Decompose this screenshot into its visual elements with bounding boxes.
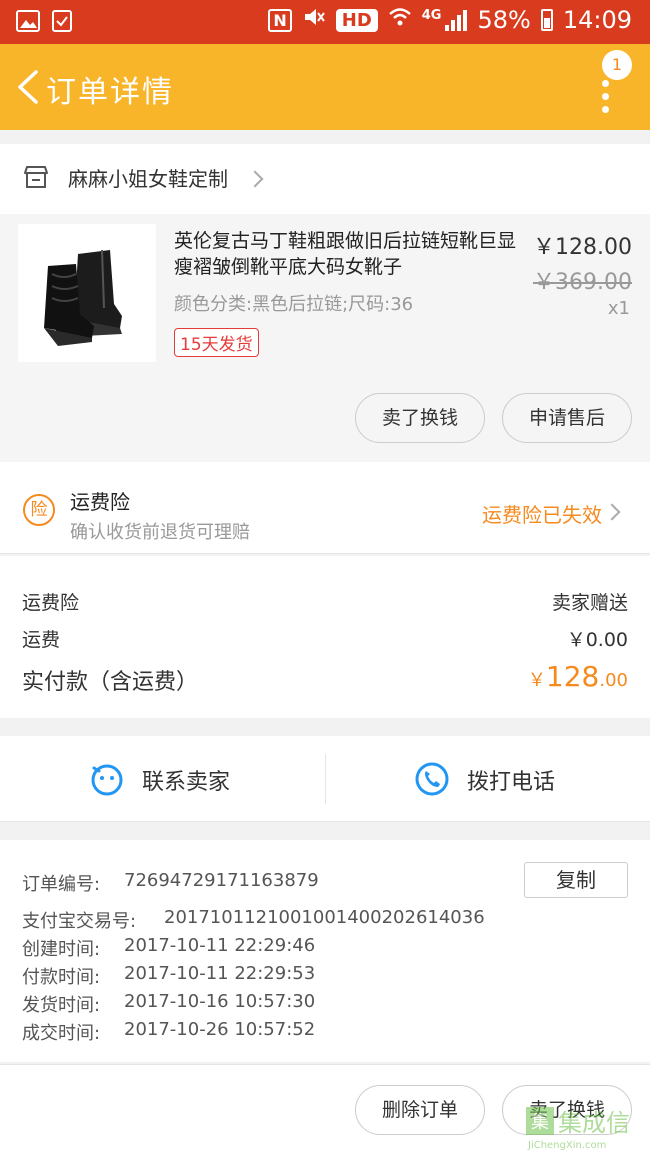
shipping-fee-label: 运费 <box>22 629 61 651</box>
order-info: 订单编号: 72694729171163879 复制 支付宝交易号: 20171… <box>0 840 650 1062</box>
alipay-label: 支付宝交易号: <box>22 911 137 932</box>
shipped-time-label: 发货时间: <box>22 995 101 1016</box>
back-arrow-icon[interactable] <box>16 70 40 104</box>
insurance-fee-value: 卖家赠送 <box>551 592 628 614</box>
shipping-insurance-row[interactable]: 险 运费险 确认收货前退货可理赔 运费险已失效 <box>0 462 650 554</box>
boot-image-icon <box>44 249 122 346</box>
status-bar: N HD 4G 58% 14:09 <box>0 0 650 44</box>
hd-badge: HD <box>335 8 378 32</box>
created-time-value: 2017-10-11 22:29:46 <box>124 935 316 956</box>
insurance-status: 运费险已失效 <box>482 503 602 527</box>
bottom-action-bar: 删除订单 卖了换钱 集 集成信 JiChengXin.com <box>0 1064 650 1155</box>
shop-icon <box>24 166 48 188</box>
total-paid-value: ￥128.00 <box>528 660 628 693</box>
signal-icon <box>445 9 468 31</box>
paid-time-value: 2017-10-11 22:29:53 <box>124 963 316 984</box>
status-right-icons: N HD 4G 58% 14:09 <box>268 6 632 34</box>
alipay-row: 支付宝交易号: 2017101121001001400202614036 <box>22 907 485 933</box>
notification-badge: 1 <box>602 50 632 80</box>
clipboard-check-icon <box>52 10 72 32</box>
fee-summary: 运费险 卖家赠送 运费 ￥0.00 实付款（含运费） ￥128.00 <box>0 556 650 718</box>
completed-time-row: 成交时间: 2017-10-26 10:57:52 <box>22 1019 315 1045</box>
copy-button[interactable]: 复制 <box>524 862 628 898</box>
alipay-value: 2017101121001001400202614036 <box>164 907 485 928</box>
watermark-cn-char: 集 <box>531 1112 549 1133</box>
status-left-icons <box>16 10 72 32</box>
chat-face-icon <box>91 764 123 796</box>
network-type: 4G <box>421 7 442 23</box>
watermark-en: JiChengXin.com <box>527 1140 606 1151</box>
call-phone-label: 拨打电话 <box>467 770 556 795</box>
battery-percent: 58% <box>477 6 531 34</box>
after-sales-button[interactable]: 申请售后 <box>502 393 632 443</box>
order-number-value: 72694729171163879 <box>124 870 319 891</box>
created-time-row: 创建时间: 2017-10-11 22:29:46 <box>22 935 315 961</box>
watermark-cn: 集成信 <box>558 1109 630 1137</box>
chevron-right-icon <box>246 170 264 188</box>
paid-time-label: 付款时间: <box>22 967 101 988</box>
battery-icon <box>540 9 553 31</box>
contact-bar: 联系卖家 拨打电话 <box>0 736 650 822</box>
wifi-icon <box>388 6 412 34</box>
clock: 14:09 <box>562 6 632 34</box>
original-price: ￥369.00 <box>533 270 632 295</box>
product-thumbnail[interactable] <box>18 224 156 362</box>
shipped-time-value: 2017-10-16 10:57:30 <box>124 991 316 1012</box>
order-number-label: 订单编号: <box>22 874 101 895</box>
contact-seller-label: 联系卖家 <box>142 770 231 795</box>
insurance-icon: 险 <box>23 494 55 526</box>
gallery-notification-icon <box>16 10 40 32</box>
total-paid-label: 实付款（含运费） <box>22 670 199 695</box>
insurance-subtitle: 确认收货前退货可理赔 <box>70 522 250 543</box>
shipping-fee-value: ￥0.00 <box>566 629 628 651</box>
product-title[interactable]: 英伦复古马丁鞋粗跟做旧后拉链短靴巨显瘦褶皱倒靴平底大码女靴子 <box>174 228 526 280</box>
more-menu-icon[interactable] <box>602 80 610 136</box>
call-phone-button[interactable]: 拨打电话 <box>325 736 650 822</box>
shop-row[interactable]: 麻麻小姐女鞋定制 <box>0 144 650 214</box>
contact-seller-button[interactable]: 联系卖家 <box>0 736 325 822</box>
paid-time-row: 付款时间: 2017-10-11 22:29:53 <box>22 963 315 989</box>
watermark-logo: 集 集成信 JiChengXin.com <box>524 1103 644 1151</box>
total-decimal: .00 <box>599 670 628 691</box>
total-currency: ￥ <box>527 670 546 691</box>
created-time-label: 创建时间: <box>22 939 101 960</box>
sell-for-cash-button[interactable]: 卖了换钱 <box>355 393 485 443</box>
total-integer: 128 <box>545 660 600 693</box>
order-number-row: 订单编号: 72694729171163879 <box>22 870 319 896</box>
product-card: 英伦复古马丁鞋粗跟做旧后拉链短靴巨显瘦褶皱倒靴平底大码女靴子 颜色分类:黑色后拉… <box>0 214 650 462</box>
completed-time-value: 2017-10-26 10:57:52 <box>124 1019 316 1040</box>
shipping-tag: 15天发货 <box>174 328 259 357</box>
nfc-icon: N <box>268 8 292 32</box>
completed-time-label: 成交时间: <box>22 1023 101 1044</box>
delete-order-button[interactable]: 删除订单 <box>355 1085 485 1135</box>
shop-name: 麻麻小姐女鞋定制 <box>68 167 228 191</box>
product-price: ￥128.00 <box>533 235 632 260</box>
phone-icon <box>415 762 449 796</box>
page-title: 订单详情 <box>46 75 174 110</box>
product-sku: 颜色分类:黑色后拉链;尺码:36 <box>174 294 414 315</box>
insurance-fee-label: 运费险 <box>22 592 80 614</box>
shipped-time-row: 发货时间: 2017-10-16 10:57:30 <box>22 991 315 1017</box>
mute-icon <box>302 6 326 34</box>
insurance-title: 运费险 <box>70 490 130 514</box>
product-quantity: x1 <box>607 298 630 319</box>
chevron-right-icon <box>603 503 621 521</box>
app-header: 订单详情 1 <box>0 44 650 130</box>
